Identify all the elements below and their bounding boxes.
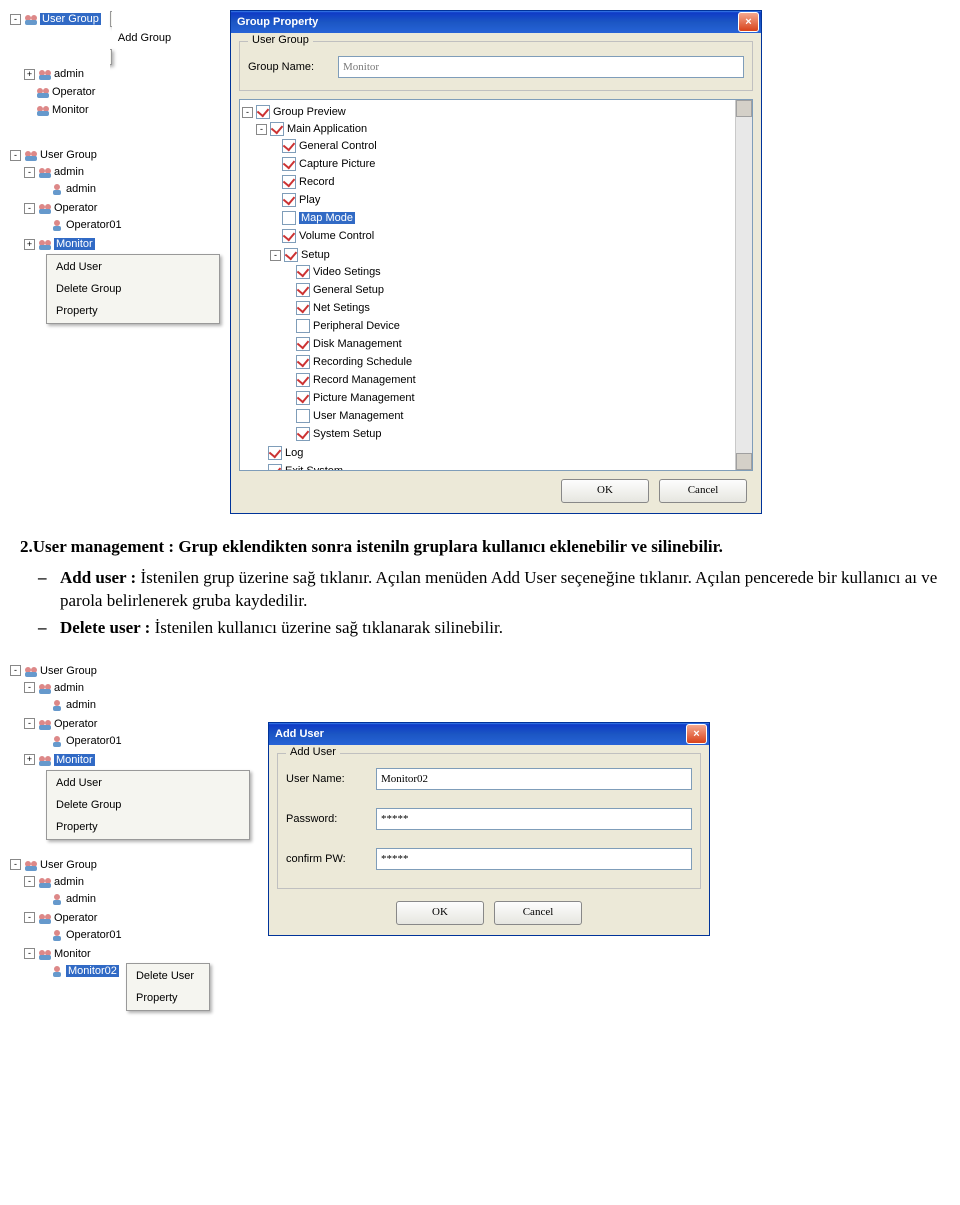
desc: İstenilen grup üzerine sağ tıklanır. Açı… (60, 568, 937, 610)
tree-item[interactable]: Monitor02 (66, 965, 119, 977)
perm-node[interactable]: Group Preview (273, 106, 346, 118)
cancel-button[interactable]: Cancel (659, 479, 747, 503)
menu-item[interactable]: Add Group (110, 27, 185, 49)
confirm-pw-label: confirm PW: (286, 853, 376, 865)
perm-node[interactable]: General Setup (313, 284, 384, 296)
tree-usergroup-4[interactable]: -User Group -admin admin -Operator Opera… (10, 856, 250, 1014)
menu-item[interactable]: Property (48, 816, 248, 838)
perm-node[interactable]: Net Setings (313, 302, 370, 314)
ok-button[interactable]: OK (561, 479, 649, 503)
groupbox-legend: Add User (286, 746, 340, 758)
tree-item[interactable]: Monitor (54, 948, 91, 960)
perm-node[interactable]: Recording Schedule (313, 356, 412, 368)
tree-item[interactable]: admin (66, 699, 96, 711)
tree-item[interactable]: Operator (54, 718, 97, 730)
perm-node[interactable]: Picture Management (313, 392, 415, 404)
tree-item[interactable]: admin (54, 876, 84, 888)
desc: İstenilen kullanıcı üzerine sağ tıklanar… (150, 618, 503, 637)
cancel-button[interactable]: Cancel (494, 901, 582, 925)
tree-item[interactable]: admin (54, 682, 84, 694)
perm-node[interactable]: Volume Control (299, 230, 374, 242)
body-text: 2.User management : Grup eklendikten son… (20, 536, 940, 640)
tree-usergroup-3[interactable]: -User Group -admin admin -Operator Opera… (10, 662, 250, 842)
close-icon[interactable]: × (738, 12, 759, 32)
menu-item[interactable]: Property (128, 987, 208, 1009)
ok-button[interactable]: OK (396, 901, 484, 925)
perm-node[interactable]: Peripheral Device (313, 320, 400, 332)
context-menu-group[interactable]: Add User Delete Group Property (46, 770, 250, 840)
tree-item[interactable]: Operator (54, 912, 97, 924)
term: Add user : (60, 568, 136, 587)
perm-node[interactable]: Map Mode (299, 212, 355, 224)
perm-node[interactable]: Log (285, 447, 303, 459)
perm-node[interactable]: User Management (313, 410, 404, 422)
close-icon[interactable]: × (686, 724, 707, 744)
tree-item[interactable]: Monitor (52, 104, 89, 116)
group-name-input[interactable] (338, 56, 744, 78)
tree-root-label[interactable]: User Group (40, 859, 97, 871)
dialog-title: Group Property (237, 16, 318, 28)
perm-node[interactable]: General Control (299, 140, 377, 152)
username-label: User Name: (286, 773, 376, 785)
tree-item[interactable]: Operator01 (66, 735, 122, 747)
tree-item[interactable]: Operator (54, 202, 97, 214)
perm-node[interactable]: Disk Management (313, 338, 402, 350)
perm-node[interactable]: Capture Picture (299, 158, 375, 170)
group-name-label: Group Name: (248, 61, 338, 73)
tree-item[interactable]: Monitor (54, 754, 95, 766)
tree-root-label[interactable]: User Group (40, 149, 97, 161)
tree-item[interactable]: admin (54, 68, 84, 80)
menu-item[interactable]: Delete Group (48, 278, 218, 300)
confirm-pw-input[interactable] (376, 848, 692, 870)
tree-usergroup-1[interactable]: -User Group Add Group +admin Operator Mo… (10, 10, 220, 120)
groupbox-legend: User Group (248, 34, 313, 46)
context-menu-group[interactable]: Add User Delete Group Property (46, 254, 220, 324)
username-input[interactable] (376, 768, 692, 790)
heading: 2.User management : Grup eklendikten son… (20, 536, 940, 559)
perm-node[interactable]: Record Management (313, 374, 416, 386)
perm-node[interactable]: Record (299, 176, 334, 188)
tree-item[interactable]: admin (66, 893, 96, 905)
password-label: Password: (286, 813, 376, 825)
dialog-group-property: Group Property × User Group Group Name: … (230, 10, 762, 514)
menu-item[interactable]: Property (48, 300, 218, 322)
permissions-tree[interactable]: -Group Preview -Main Application General… (240, 100, 735, 470)
term: Delete user : (60, 618, 150, 637)
tree-item[interactable]: Monitor (54, 238, 95, 250)
perm-node[interactable]: Exit System (285, 465, 343, 470)
tree-item[interactable]: Operator01 (66, 929, 122, 941)
password-input[interactable] (376, 808, 692, 830)
tree-root-label[interactable]: User Group (40, 665, 97, 677)
tree-item[interactable]: admin (54, 166, 84, 178)
context-menu-addgroup[interactable]: Add Group (110, 11, 185, 65)
scrollbar[interactable] (735, 100, 752, 470)
dialog-add-user: Add User × Add User User Name: Password:… (268, 722, 710, 936)
tree-item[interactable]: Operator (52, 86, 95, 98)
tree-item[interactable]: admin (66, 183, 96, 195)
context-menu-user[interactable]: Delete User Property (126, 963, 210, 1011)
menu-item[interactable]: Add User (48, 256, 218, 278)
permissions-panel: -Group Preview -Main Application General… (239, 99, 753, 471)
menu-item[interactable]: Delete User (128, 965, 208, 987)
menu-item[interactable]: Delete Group (48, 794, 248, 816)
perm-node[interactable]: Main Application (287, 123, 367, 135)
titlebar[interactable]: Add User × (269, 723, 709, 745)
tree-usergroup-2[interactable]: -User Group -admin admin -Operator Opera… (10, 146, 220, 326)
perm-node[interactable]: System Setup (313, 428, 381, 440)
tree-item[interactable]: Operator01 (66, 219, 122, 231)
tree-root-label[interactable]: User Group (40, 13, 101, 25)
perm-node[interactable]: Setup (301, 249, 330, 261)
titlebar[interactable]: Group Property × (231, 11, 761, 33)
perm-node[interactable]: Play (299, 194, 320, 206)
dialog-title: Add User (275, 728, 324, 740)
menu-item[interactable]: Add User (48, 772, 248, 794)
perm-node[interactable]: Video Setings (313, 266, 381, 278)
